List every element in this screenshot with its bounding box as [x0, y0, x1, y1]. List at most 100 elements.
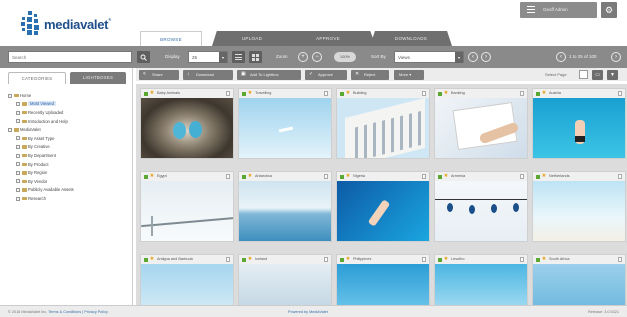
grid-view-button[interactable]	[249, 51, 262, 63]
reject-button[interactable]: ✕ Reject	[351, 69, 389, 80]
mediavalet-logo[interactable]: mediavalet®	[20, 11, 130, 37]
expand-toggle-icon[interactable]	[16, 136, 20, 141]
asset-select-checkbox[interactable]	[617, 91, 622, 96]
tree-item[interactable]: Home	[8, 92, 128, 101]
asset-thumbnail[interactable]	[337, 181, 429, 241]
asset-card[interactable]: ★ Iceland	[238, 254, 332, 305]
star-icon[interactable]: ★	[248, 256, 253, 263]
list-view-button[interactable]	[232, 51, 245, 63]
star-icon[interactable]: ★	[248, 90, 253, 97]
asset-thumbnail[interactable]	[141, 264, 233, 305]
asset-card[interactable]: ★ Lesotho	[434, 254, 528, 305]
star-icon[interactable]: ★	[248, 173, 253, 180]
asset-card[interactable]: ★ Philippines	[336, 254, 430, 305]
lightbox-view-button[interactable]: ▭	[592, 69, 603, 80]
previous-page-button[interactable]: ‹	[556, 52, 566, 62]
asset-card[interactable]: ★ Building	[336, 88, 430, 159]
tab-lightboxes[interactable]: LIGHTBOXES	[70, 72, 126, 84]
star-icon[interactable]: ★	[346, 256, 351, 263]
zoom-in-button[interactable]: +	[298, 52, 308, 62]
star-icon[interactable]: ★	[444, 256, 449, 263]
asset-select-checkbox[interactable]	[225, 257, 230, 262]
asset-select-checkbox[interactable]	[323, 91, 328, 96]
sort-descending-button[interactable]: ›	[481, 52, 491, 62]
search-input[interactable]	[8, 51, 132, 63]
expand-toggle-icon[interactable]	[16, 170, 20, 175]
more-button[interactable]: More ▾	[394, 69, 424, 80]
tree-item[interactable]: Research	[8, 195, 128, 204]
tab-downloads[interactable]: DOWNLOADS	[370, 31, 452, 46]
asset-thumbnail[interactable]	[533, 181, 625, 241]
display-select[interactable]: 25 ▾	[188, 51, 228, 63]
asset-select-checkbox[interactable]	[421, 174, 426, 179]
tab-approve[interactable]: APPROVE	[280, 31, 376, 46]
tree-item[interactable]: By Creative	[8, 144, 128, 153]
star-icon[interactable]: ★	[444, 173, 449, 180]
asset-thumbnail[interactable]	[141, 98, 233, 158]
expand-toggle-icon[interactable]	[8, 93, 12, 98]
tree-item[interactable]: By Vendor	[8, 178, 128, 187]
asset-thumbnail[interactable]	[337, 98, 429, 158]
star-icon[interactable]: ★	[542, 173, 547, 180]
expand-toggle-icon[interactable]	[16, 119, 20, 124]
expand-toggle-icon[interactable]	[16, 179, 20, 184]
star-icon[interactable]: ★	[542, 256, 547, 263]
terms-privacy-link[interactable]: Terms & Conditions | Privacy Policy	[48, 310, 108, 314]
asset-thumbnail[interactable]	[239, 98, 331, 158]
asset-thumbnail[interactable]	[435, 98, 527, 158]
expand-toggle-icon[interactable]	[16, 188, 20, 193]
download-button[interactable]: ↓ Download	[183, 69, 233, 80]
asset-card[interactable]: ★ Banking	[434, 88, 528, 159]
expand-toggle-icon[interactable]	[16, 162, 20, 167]
expand-toggle-icon[interactable]	[16, 145, 20, 150]
star-icon[interactable]: ★	[444, 90, 449, 97]
asset-card[interactable]: ★ Austria	[532, 88, 626, 159]
zoom-out-button[interactable]: −	[312, 52, 322, 62]
star-icon[interactable]: ★	[150, 173, 155, 180]
expand-toggle-icon[interactable]	[16, 196, 20, 201]
asset-select-checkbox[interactable]	[421, 91, 426, 96]
sort-select[interactable]: Views ▾	[394, 51, 464, 63]
asset-select-checkbox[interactable]	[519, 174, 524, 179]
asset-thumbnail[interactable]	[533, 264, 625, 305]
asset-select-checkbox[interactable]	[323, 174, 328, 179]
sort-ascending-button[interactable]: ‹	[468, 52, 478, 62]
asset-select-checkbox[interactable]	[519, 257, 524, 262]
settings-button[interactable]: ⚙	[601, 2, 617, 18]
user-menu-button[interactable]: Geoff Admin	[520, 2, 597, 18]
asset-select-checkbox[interactable]	[617, 257, 622, 262]
asset-card[interactable]: ★ Armenia	[434, 171, 528, 242]
tab-browse[interactable]: BROWSE	[140, 31, 202, 46]
asset-card[interactable]: ★ Egypt	[140, 171, 234, 242]
asset-thumbnail[interactable]	[435, 181, 527, 241]
expand-toggle-icon[interactable]	[16, 153, 20, 158]
asset-select-checkbox[interactable]	[225, 174, 230, 179]
tree-item[interactable]: Publicly Available Assets	[8, 187, 128, 196]
asset-thumbnail[interactable]	[435, 264, 527, 305]
asset-card[interactable]: ★ Antarctica	[238, 171, 332, 242]
share-button[interactable]: < Share	[139, 69, 179, 80]
asset-thumbnail[interactable]	[239, 264, 331, 305]
powered-by-link[interactable]: Powered by MediaValet	[288, 310, 328, 314]
search-button[interactable]	[137, 51, 150, 63]
asset-card[interactable]: ★ South Africa	[532, 254, 626, 305]
asset-card[interactable]: ★ Antigua and Barbuda	[140, 254, 234, 305]
expand-toggle-icon[interactable]	[16, 110, 20, 115]
tree-item[interactable]: By Asset Type	[8, 135, 128, 144]
asset-select-checkbox[interactable]	[421, 257, 426, 262]
star-icon[interactable]: ★	[150, 256, 155, 263]
tree-item[interactable]: By Product	[8, 161, 128, 170]
tree-item[interactable]: By Region	[8, 169, 128, 178]
asset-select-checkbox[interactable]	[225, 91, 230, 96]
star-icon[interactable]: ★	[542, 90, 547, 97]
asset-select-checkbox[interactable]	[617, 174, 622, 179]
asset-card[interactable]: ★ Baby Animals	[140, 88, 234, 159]
star-icon[interactable]: ★	[346, 173, 351, 180]
asset-thumbnail[interactable]	[239, 181, 331, 241]
tree-item[interactable]: By Department	[8, 152, 128, 161]
select-page-checkbox[interactable]	[579, 70, 588, 79]
filter-button[interactable]: ▼	[607, 69, 618, 80]
next-page-button[interactable]: ›	[611, 52, 621, 62]
add-to-lightbox-button[interactable]: ▣ Add To Lightbox	[237, 69, 301, 80]
asset-card[interactable]: ★ Nigeria	[336, 171, 430, 242]
